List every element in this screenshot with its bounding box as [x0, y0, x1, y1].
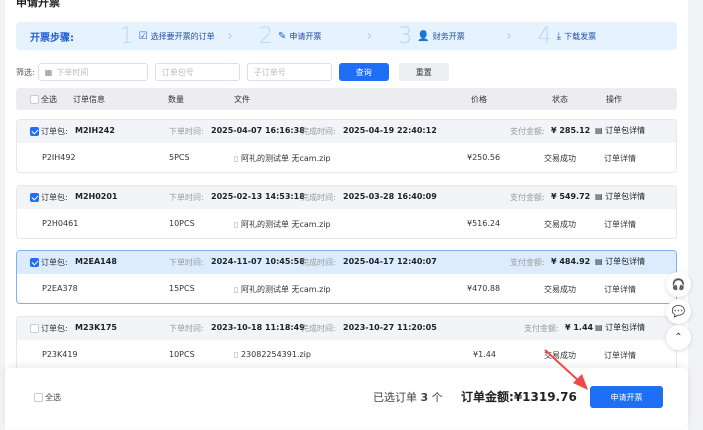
red-arrow-annotation [544, 349, 588, 390]
